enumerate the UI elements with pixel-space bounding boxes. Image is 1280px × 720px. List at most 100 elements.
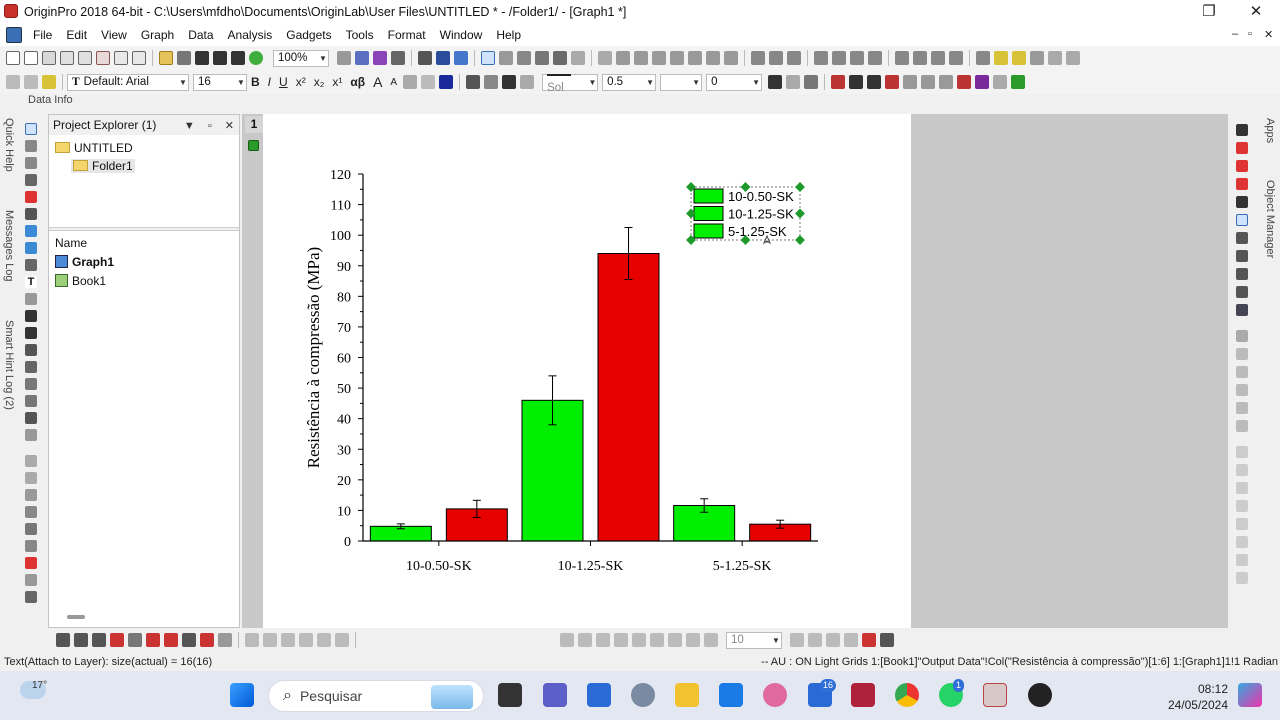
legend-entry: 10-1.25-SK [728, 207, 794, 222]
mask-hide-icon[interactable] [844, 633, 858, 647]
selection-handle [795, 208, 805, 219]
layer-icon[interactable] [1236, 268, 1248, 280]
3d-bar-icon[interactable] [263, 633, 277, 647]
object-align-5-icon[interactable] [1236, 518, 1248, 530]
add-right-y-icon[interactable] [1236, 160, 1248, 172]
chrome-icon[interactable] [895, 683, 919, 707]
object-edit-7-icon[interactable] [668, 633, 682, 647]
column-chart-icon[interactable] [110, 633, 124, 647]
ternary-plot-icon[interactable] [335, 633, 349, 647]
heatmap-plot-icon[interactable] [317, 633, 331, 647]
store-icon[interactable] [587, 683, 611, 707]
object-align-4-icon[interactable] [1236, 500, 1248, 512]
3d-plot-icon[interactable] [218, 633, 232, 647]
rescale-tool-icon[interactable] [1236, 214, 1248, 226]
axis-right-icon[interactable] [1236, 366, 1248, 378]
object-edit-9-icon[interactable] [704, 633, 718, 647]
scatter-plot-icon[interactable] [74, 633, 88, 647]
specialized-plot-icon[interactable] [200, 633, 214, 647]
3d-surface-icon[interactable] [245, 633, 259, 647]
origin-taskbar-icon[interactable] [983, 683, 1007, 707]
mask-swap-icon[interactable] [862, 633, 876, 647]
mask-range-icon[interactable] [808, 633, 822, 647]
2d-graphs-toolbar: 10 ▼ [48, 630, 1228, 650]
object-align-3-icon[interactable] [1236, 482, 1248, 494]
object-edit-8-icon[interactable] [686, 633, 700, 647]
bar-chart[interactable]: 010203040506070809010011012010-0.50-SK 10… [0, 0, 1280, 720]
apps-tab[interactable]: Apps [1264, 118, 1276, 143]
add-xy-icon[interactable] [1236, 178, 1248, 190]
y-tick-label: 100 [330, 229, 351, 244]
y-tick-label: 20 [337, 474, 351, 489]
object-align-7-icon[interactable] [1236, 554, 1248, 566]
legend-swatch [693, 223, 724, 239]
object-align-2-icon[interactable] [1236, 464, 1248, 476]
file-explorer-icon[interactable] [675, 683, 699, 707]
legend-icon[interactable] [1236, 232, 1248, 244]
y-tick-label: 0 [344, 535, 351, 550]
taskbar-search[interactable]: ⌕ Pesquisar [268, 680, 484, 712]
mask-point-icon[interactable] [790, 633, 804, 647]
3d-scatter-icon[interactable] [281, 633, 295, 647]
line-symbol-plot-icon[interactable] [92, 633, 106, 647]
object-align-8-icon[interactable] [1236, 572, 1248, 584]
legend-swatch [693, 206, 724, 221]
object-edit-1-icon[interactable] [560, 633, 574, 647]
area-plot-icon[interactable] [146, 633, 160, 647]
x-tick-label: 10-1.25-SK [558, 559, 624, 574]
obs-icon[interactable] [1028, 683, 1052, 707]
windows-taskbar: 17° ⌕ Pesquisar 16 1 08:12 24/05/2024 [0, 671, 1280, 720]
taskbar-clock[interactable]: 08:12 24/05/2024 [1168, 681, 1228, 713]
object-align-6-icon[interactable] [1236, 536, 1248, 548]
dropbox-icon[interactable] [719, 683, 743, 707]
axis-corner-icon[interactable] [1236, 402, 1248, 414]
add-top-x-icon[interactable] [1236, 142, 1248, 154]
y-tick-label: 110 [331, 199, 351, 214]
status-left: Text(Attach to Layer): size(actual) = 16… [4, 656, 213, 668]
windows-start-icon[interactable] [230, 683, 254, 707]
object-manager-tab[interactable]: Object Manager [1264, 180, 1276, 258]
teams-icon[interactable] [543, 683, 567, 707]
object-edit-6-icon[interactable] [650, 633, 664, 647]
mask-disable-icon[interactable] [880, 633, 894, 647]
object-align-1-icon[interactable] [1236, 446, 1248, 458]
bottom-size-combo[interactable]: 10 ▼ [726, 631, 782, 649]
search-icon: ⌕ [283, 687, 292, 704]
search-highlight-icon [431, 685, 473, 709]
table-insert-icon[interactable] [1236, 304, 1248, 316]
object-edit-2-icon[interactable] [578, 633, 592, 647]
x-tick-label: 10-0.50-SK [406, 559, 472, 574]
contour-plot-icon[interactable] [299, 633, 313, 647]
axis-l-icon[interactable] [1236, 330, 1248, 342]
copilot-icon[interactable] [763, 683, 787, 707]
mask-color-icon[interactable] [826, 633, 840, 647]
color-scale-icon[interactable] [1236, 250, 1248, 262]
settings-icon[interactable] [631, 683, 655, 707]
whatsapp-badge: 1 [953, 679, 965, 692]
pie-plot-icon[interactable] [164, 633, 178, 647]
statistics-plot-icon[interactable] [128, 633, 142, 647]
object-edit-3-icon[interactable] [596, 633, 610, 647]
add-inset-icon[interactable] [1236, 196, 1248, 208]
outlook-badge: 16 [820, 679, 837, 692]
y-tick-label: 80 [337, 290, 351, 305]
polar-plot-icon[interactable] [182, 633, 196, 647]
axis-box-icon[interactable] [1236, 384, 1248, 396]
y-tick-label: 120 [330, 168, 351, 183]
object-edit-4-icon[interactable] [614, 633, 628, 647]
selection-handle [795, 182, 805, 192]
legend-swatch [693, 188, 724, 204]
y-tick-label: 60 [337, 352, 351, 367]
object-edit-5-icon[interactable] [632, 633, 646, 647]
legend-entry: 5-1.25-SK [728, 224, 787, 239]
line-plot-icon[interactable] [56, 633, 70, 647]
task-view-icon[interactable] [498, 683, 522, 707]
y-tick-label: 70 [337, 321, 351, 336]
add-plot-icon[interactable] [1236, 124, 1248, 136]
axis-bottom-icon[interactable] [1236, 420, 1248, 432]
y-tick-label: 40 [337, 413, 351, 428]
mendeley-icon[interactable] [851, 683, 875, 707]
copilot-pre-icon[interactable] [1238, 683, 1262, 707]
axis-top-icon[interactable] [1236, 348, 1248, 360]
timestamp-icon[interactable] [1236, 286, 1248, 298]
